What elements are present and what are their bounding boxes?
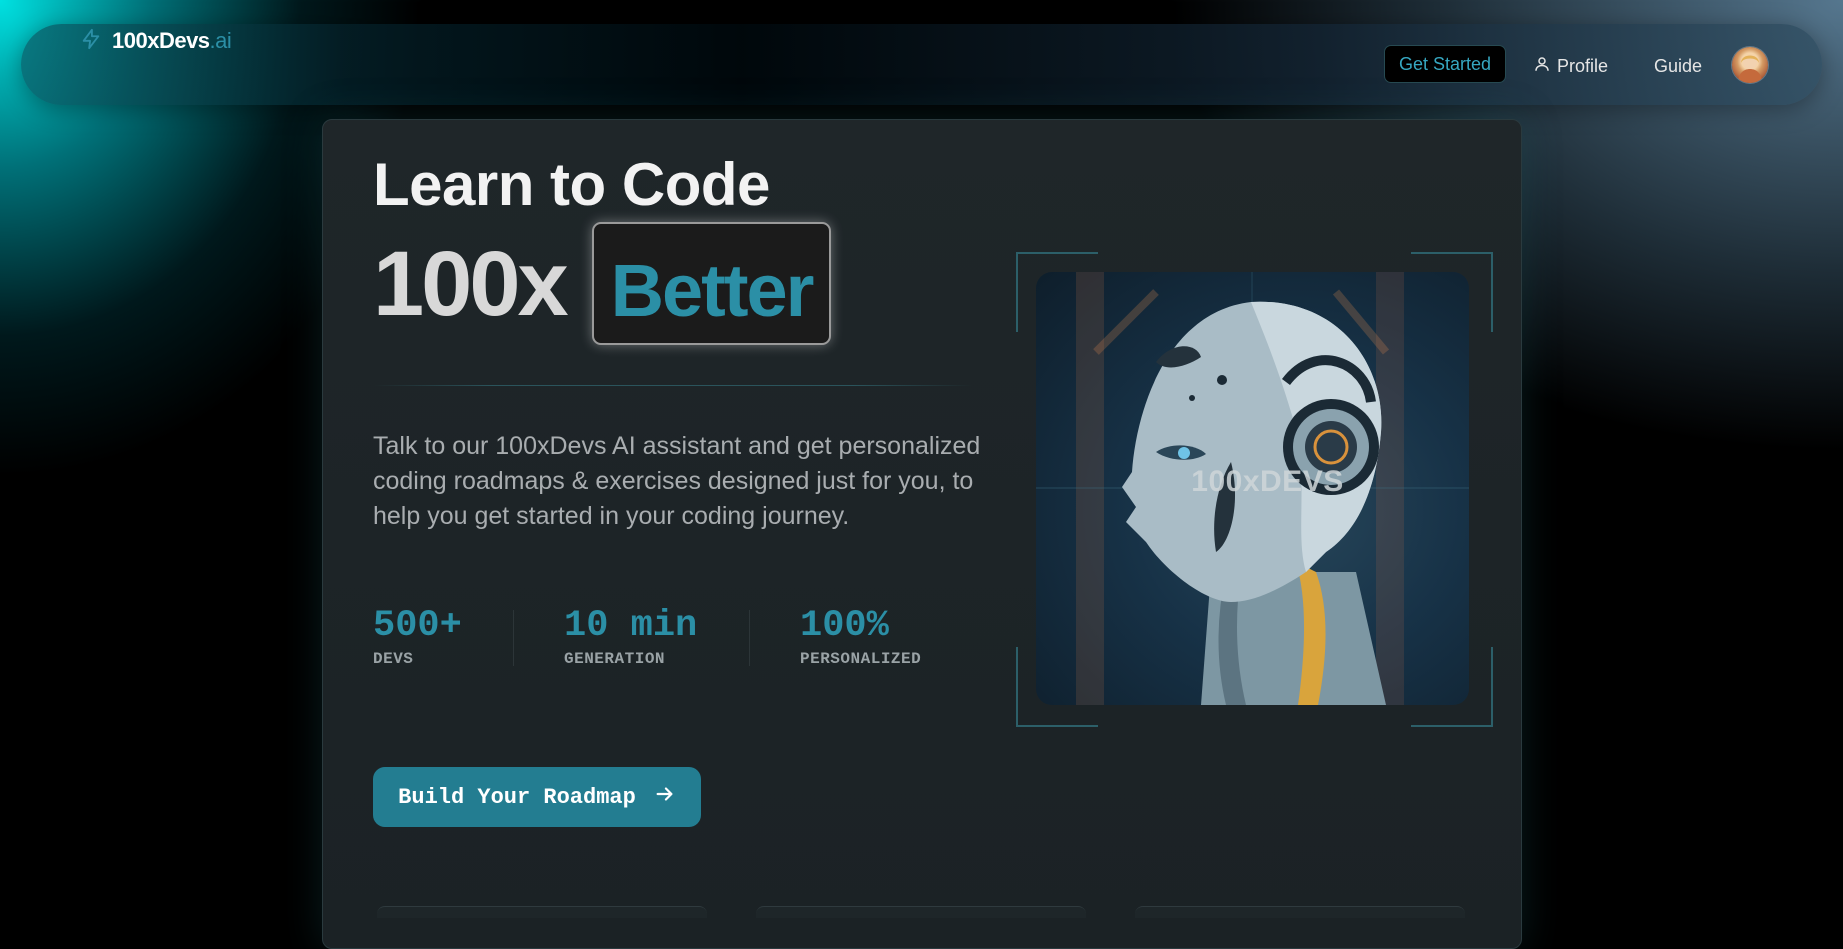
brand-name: 100xDevs [112,28,210,53]
stat-divider [513,610,514,666]
avatar[interactable] [1732,47,1768,83]
profile-label: Profile [1557,55,1609,76]
get-started-button[interactable]: Get Started [1384,45,1506,83]
bolt-icon [80,28,102,55]
feature-card-peek [1135,906,1465,918]
hero-heading-line1: Learn to Code [373,151,770,218]
build-roadmap-button[interactable]: Build Your Roadmap [373,767,701,827]
stat-divider [749,610,750,666]
profile-link[interactable]: Profile [1533,53,1608,79]
stat-label: GENERATION [564,650,666,668]
hero-heading-line2-prefix: 100x [373,233,569,335]
feature-card-peek [756,906,1086,918]
guide-link[interactable]: Guide [1654,53,1702,79]
stat-value: 10 min [564,606,697,646]
stat-label: DEVS [373,650,414,668]
stat-value: 500+ [373,605,462,647]
feature-card-peek [377,906,707,918]
user-icon [1533,55,1551,78]
stat-devs: 500+ DEVS [373,606,462,668]
robot-overlay-text: 100xDEVS [1191,465,1344,498]
brand-suffix: .ai [209,28,232,53]
divider [373,385,973,386]
cta-label: Build Your Roadmap [398,784,636,810]
hero-description: Talk to our 100xDevs AI assistant and ge… [373,432,981,530]
arrow-right-icon [654,783,676,812]
stat-generation: 10 min GENERATION [564,606,697,668]
stat-value: 100% [800,605,889,647]
stats-row: 500+ DEVS 10 min GENERATION 100% PERSONA… [373,606,1073,672]
brand-logo[interactable]: 100xDevs.ai [80,27,232,55]
stat-value-number: 10 min [564,605,698,647]
hero-highlight-box: Better [592,222,831,345]
hero-highlight-text: Better [610,248,815,332]
stat-label: PERSONALIZED [800,650,922,668]
stat-personalized: 100% PERSONALIZED [800,606,921,668]
